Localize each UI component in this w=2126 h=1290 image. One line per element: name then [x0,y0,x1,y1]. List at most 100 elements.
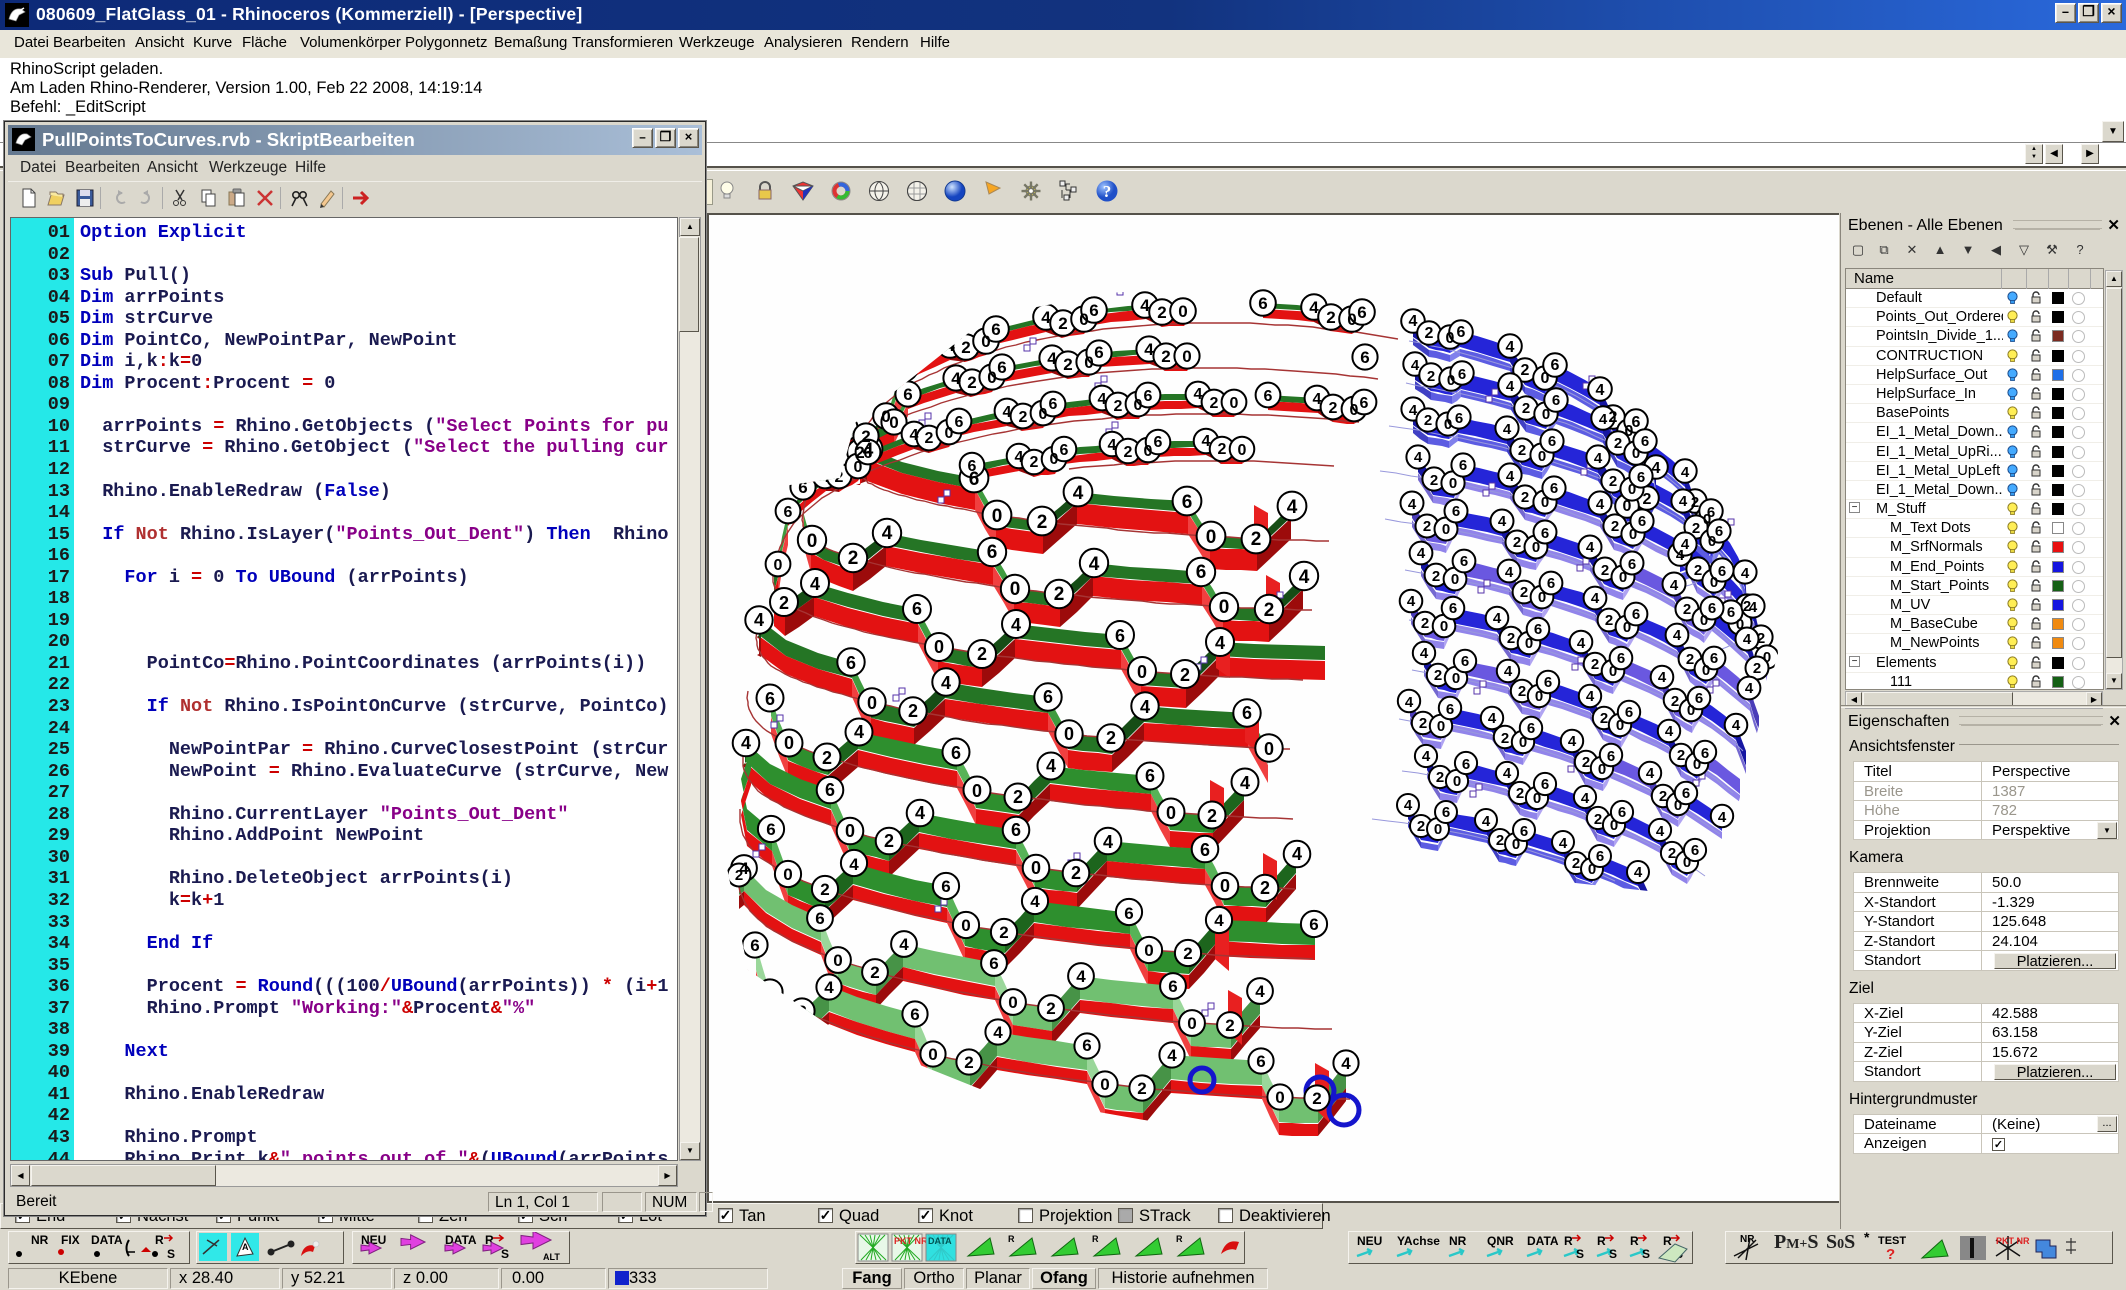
svg-text:2: 2 [1264,600,1275,621]
svg-text:2: 2 [1312,1089,1321,1108]
svg-text:2: 2 [1183,944,1192,963]
svg-text:2: 2 [822,748,832,768]
svg-text:6: 6 [910,1005,919,1024]
svg-text:4: 4 [1594,450,1603,467]
svg-text:FIX: FIX [61,1233,80,1247]
svg-text:4: 4 [1670,577,1679,594]
svg-text:0: 0 [1206,527,1217,548]
svg-text:2: 2 [1691,494,1699,511]
svg-text:0: 0 [1628,481,1636,498]
svg-text:2: 2 [779,593,789,613]
svg-text:R: R [1663,1234,1672,1248]
svg-text:2: 2 [1601,562,1609,579]
svg-text:4: 4 [1240,773,1250,793]
svg-text:6: 6 [784,504,793,521]
svg-text:2: 2 [1518,442,1526,459]
svg-text:2: 2 [870,963,879,982]
svg-text:2: 2 [1513,534,1521,551]
svg-text:DATA: DATA [1527,1234,1559,1248]
svg-text:6: 6 [1200,840,1210,860]
svg-text:0: 0 [934,637,944,657]
svg-text:0: 0 [1442,521,1450,538]
svg-text:0: 0 [1532,539,1540,556]
svg-text:4: 4 [1586,688,1595,705]
svg-text:0: 0 [1623,498,1632,515]
svg-text:2: 2 [1425,325,1434,342]
svg-text:2: 2 [925,430,934,447]
svg-text:0: 0 [889,413,898,432]
svg-text:6: 6 [1637,469,1645,486]
svg-text:2: 2 [1582,754,1590,771]
svg-text:6: 6 [951,743,961,763]
svg-text:2: 2 [1071,863,1081,883]
svg-text:2: 2 [1753,660,1761,677]
svg-text:PM+S: PM+S [1774,1232,1819,1253]
svg-text:4: 4 [1503,421,1512,438]
svg-text:2: 2 [1671,693,1679,710]
svg-text:4: 4 [1652,460,1661,477]
svg-text:6: 6 [1182,492,1193,513]
svg-text:4: 4 [1741,565,1750,582]
svg-text:2: 2 [1207,806,1217,826]
svg-text:2: 2 [1161,347,1170,366]
svg-text:4: 4 [1679,493,1688,510]
svg-text:2: 2 [1417,818,1425,835]
svg-text:4: 4 [1292,844,1302,864]
svg-text:0: 0 [1010,579,1021,600]
svg-text:6: 6 [1550,480,1558,497]
svg-text:2: 2 [1668,845,1676,862]
svg-text:0: 0 [1182,347,1191,366]
svg-text:2: 2 [861,427,870,446]
svg-text:4: 4 [1299,567,1310,588]
svg-text:4: 4 [945,336,955,355]
svg-text:0: 0 [784,733,794,753]
svg-text:4: 4 [1596,382,1605,399]
svg-text:0: 0 [1632,445,1640,462]
svg-text:4: 4 [1681,464,1690,481]
svg-text:0: 0 [1629,526,1637,543]
svg-text:2: 2 [1520,584,1528,601]
svg-text:0: 0 [1031,858,1041,878]
svg-text:4: 4 [1103,832,1113,852]
svg-text:6: 6 [1638,513,1646,530]
svg-text:0: 0 [1220,876,1230,896]
svg-text:2: 2 [884,831,894,851]
svg-text:2: 2 [1432,568,1440,585]
svg-text:4: 4 [1505,564,1514,581]
svg-text:S: S [1609,1247,1617,1261]
svg-text:0: 0 [1275,1088,1284,1107]
svg-text:4: 4 [1144,340,1154,359]
svg-text:4: 4 [741,733,751,753]
svg-text:NR: NR [31,1233,49,1247]
svg-text:0: 0 [1525,635,1533,652]
svg-text:6: 6 [1701,745,1709,762]
svg-text:2: 2 [1114,398,1123,415]
svg-text:0: 0 [1541,370,1550,387]
svg-text:0: 0 [1452,670,1460,687]
svg-text:6: 6 [1707,504,1715,521]
svg-text:4: 4 [1089,554,1100,575]
svg-text:6: 6 [1115,626,1125,646]
svg-text:?: ? [1886,1246,1895,1263]
svg-text:4: 4 [1482,813,1491,830]
svg-text:0: 0 [1444,416,1452,433]
svg-text:4: 4 [1634,864,1643,881]
svg-text:0: 0 [1166,803,1176,823]
svg-text:6: 6 [1360,395,1369,412]
svg-text:0: 0 [1187,1014,1196,1033]
svg-text:4: 4 [754,610,764,630]
svg-text:0: 0 [928,1045,937,1064]
svg-text:4: 4 [1749,599,1758,616]
svg-text:2: 2 [1329,400,1338,417]
svg-text:4: 4 [1287,497,1298,518]
svg-text:6: 6 [1625,704,1633,721]
svg-text:6: 6 [1682,785,1690,802]
svg-text:R: R [1630,1234,1639,1248]
svg-text:4: 4 [1506,378,1515,395]
svg-text:DATA: DATA [91,1233,123,1247]
svg-text:6: 6 [1520,823,1528,840]
svg-text:6: 6 [941,877,950,896]
svg-text:2: 2 [1210,395,1219,412]
svg-text:0: 0 [1440,618,1448,635]
svg-text:4: 4 [1140,697,1150,717]
